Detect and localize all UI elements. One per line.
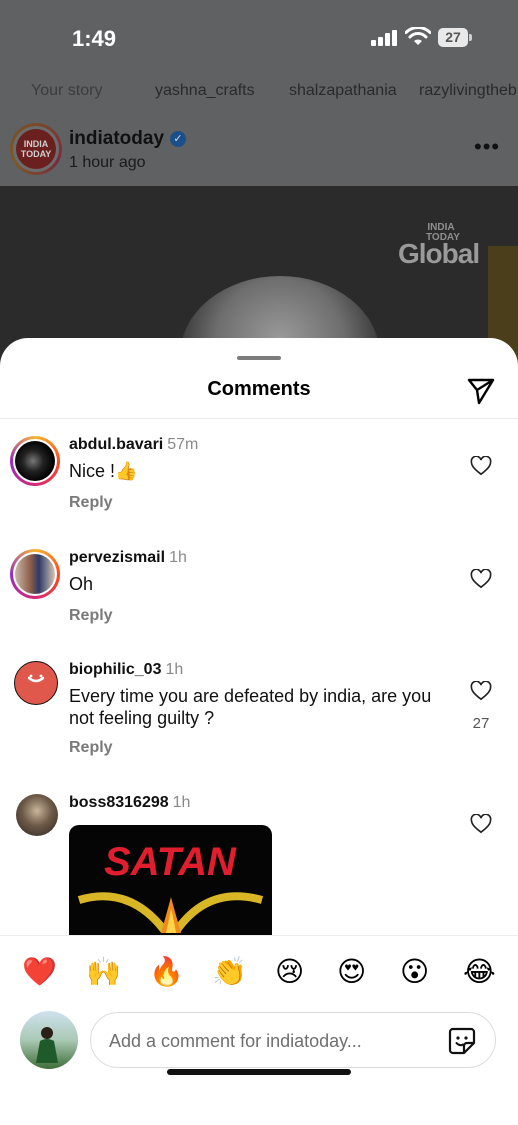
sheet-title: Comments xyxy=(207,378,311,400)
story-item[interactable]: yashna_crafts xyxy=(155,82,255,100)
story-your-story[interactable]: Your story xyxy=(31,82,102,100)
heart-icon[interactable] xyxy=(470,681,492,701)
heart-icon[interactable] xyxy=(470,814,492,834)
smile-logo-icon xyxy=(27,674,45,683)
status-bar: 1:49 27 xyxy=(0,0,518,75)
watermark-global: Global xyxy=(398,238,480,269)
cellular-signal-icon xyxy=(371,30,397,46)
heart-icon[interactable] xyxy=(470,569,492,589)
emoji-fire-button[interactable]: 🔥 xyxy=(149,956,184,988)
post-header: INDIA TODAY indiatoday ✓ 1 hour ago ••• xyxy=(0,120,518,182)
emoji-heart-button[interactable]: ❤️ xyxy=(22,956,57,988)
sticker-icon[interactable] xyxy=(447,1026,477,1056)
emoji-reaction-bar: ❤️ 🙌 🔥 👏 😢 😍 😮 😂 xyxy=(0,935,518,1008)
commenter-avatar[interactable] xyxy=(16,794,58,836)
reply-button[interactable]: Reply xyxy=(69,739,113,757)
comment-username[interactable]: pervezismail 1h xyxy=(69,549,187,567)
post-username[interactable]: indiatoday ✓ xyxy=(69,128,187,150)
comment-input[interactable] xyxy=(107,1027,441,1055)
wifi-icon xyxy=(405,27,431,45)
comment-compose-row xyxy=(0,1008,518,1078)
battery-level: 27 xyxy=(438,28,468,47)
emoji-surprised-button[interactable]: 😮 xyxy=(400,956,429,988)
heart-icon[interactable] xyxy=(470,456,492,476)
emoji-clap-button[interactable]: 👏 xyxy=(212,956,247,988)
stories-row: Your story yashna_crafts shalzapathania … xyxy=(0,78,518,108)
like-count: 27 xyxy=(472,715,490,732)
home-indicator xyxy=(167,1069,351,1075)
post-username-text[interactable]: indiatoday xyxy=(69,128,164,149)
status-time: 1:49 xyxy=(72,26,117,51)
comment-text: Oh xyxy=(69,574,94,594)
battery-icon: 27 xyxy=(438,28,472,48)
comments-sheet: Comments abdul.bavari 57m Nice !👍 Reply p… xyxy=(0,338,518,1125)
comment-text: Nice !👍 xyxy=(69,461,138,481)
post-timestamp: 1 hour ago xyxy=(69,154,146,171)
story-item[interactable]: shalzapathania xyxy=(289,82,397,100)
verified-badge-icon: ✓ xyxy=(170,131,187,147)
emoji-crying-button[interactable]: 😢 xyxy=(275,956,304,988)
more-options-icon[interactable]: ••• xyxy=(474,134,500,160)
commenter-avatar[interactable] xyxy=(10,436,60,486)
comment-text: Every time you are defeated by india, ar… xyxy=(69,686,432,728)
divider xyxy=(0,418,518,419)
post-avatar[interactable]: INDIA TODAY xyxy=(10,123,62,175)
reply-button[interactable]: Reply xyxy=(69,607,113,625)
reply-button[interactable]: Reply xyxy=(69,494,113,512)
emoji-raised-hands-button[interactable]: 🙌 xyxy=(86,956,121,988)
comment-username[interactable]: boss8316298 1h xyxy=(69,794,190,812)
satan-image: SATAN xyxy=(77,840,264,933)
commenter-avatar[interactable] xyxy=(10,549,60,599)
satan-title: SATAN xyxy=(104,840,237,884)
sheet-grabber[interactable] xyxy=(237,356,281,360)
my-avatar[interactable] xyxy=(20,1011,78,1069)
india-today-logo: INDIA TODAY xyxy=(16,129,56,169)
commenter-avatar[interactable] xyxy=(14,661,58,705)
emoji-laughing-button[interactable]: 😂 xyxy=(463,956,496,988)
comment-username[interactable]: abdul.bavari 57m xyxy=(69,436,198,454)
comment-image[interactable]: SATAN xyxy=(69,825,272,935)
comment-input-container[interactable] xyxy=(90,1012,496,1068)
comment-username[interactable]: biophilic_03 1h xyxy=(69,661,183,679)
send-icon[interactable] xyxy=(466,375,496,405)
story-item[interactable]: razylivingtheb xyxy=(419,82,517,100)
emoji-heart-eyes-button[interactable]: 😍 xyxy=(337,956,366,988)
